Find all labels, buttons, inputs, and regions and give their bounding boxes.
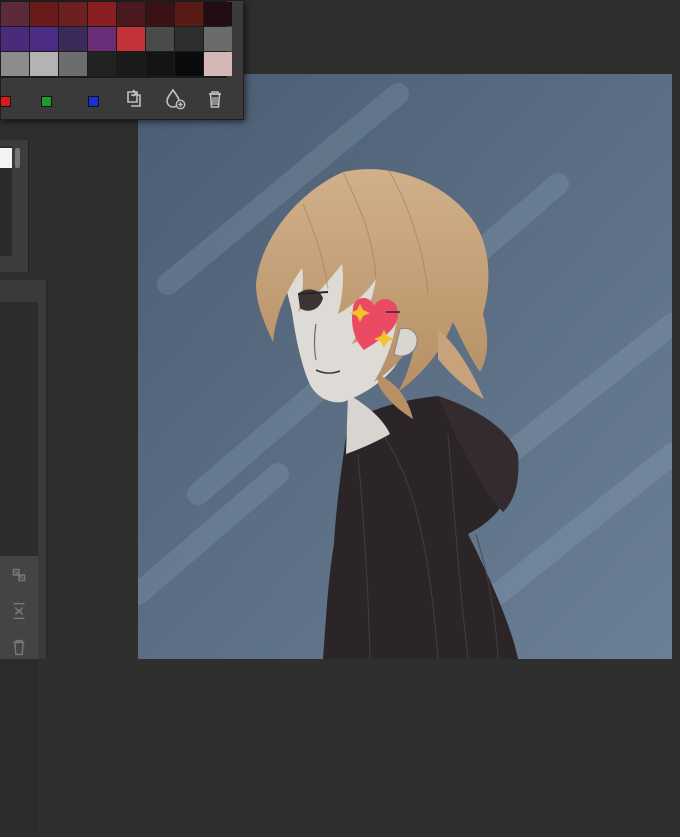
fill-color-add-icon[interactable] (163, 87, 187, 111)
palette-swatch[interactable] (59, 2, 87, 26)
palette-swatch[interactable] (204, 2, 232, 26)
palette-swatch[interactable] (146, 2, 174, 26)
palette-swatch[interactable] (175, 2, 203, 26)
palette-swatch[interactable] (88, 2, 116, 26)
palette-swatch[interactable] (117, 52, 145, 76)
palette-swatch[interactable] (30, 2, 58, 26)
merge-down-icon[interactable] (8, 600, 30, 622)
artwork (138, 74, 672, 659)
palette-swatch[interactable] (1, 2, 29, 26)
left-dock-panel-b (0, 280, 47, 837)
mini-swatch-blue[interactable] (88, 96, 99, 107)
copy-icon[interactable] (121, 87, 145, 111)
palette-swatch[interactable] (30, 52, 58, 76)
mini-swatch-green[interactable] (41, 96, 52, 107)
swatch-grid (1, 1, 232, 78)
palette-swatch[interactable] (175, 52, 203, 76)
palette-swatch[interactable] (1, 52, 29, 76)
drawing-canvas[interactable] (138, 74, 672, 659)
trash-icon[interactable] (203, 87, 227, 111)
palette-swatch[interactable] (88, 52, 116, 76)
palette-toolbar (0, 79, 243, 117)
selected-color-swatch[interactable] (0, 148, 12, 168)
trash-icon[interactable] (8, 636, 30, 658)
palette-swatch[interactable] (59, 52, 87, 76)
mini-swatch-red[interactable] (0, 96, 11, 107)
palette-swatch[interactable] (117, 2, 145, 26)
layers-footer (0, 556, 38, 659)
palette-swatch[interactable] (146, 27, 174, 51)
palette-swatch[interactable] (204, 52, 232, 76)
resize-icon[interactable] (8, 564, 30, 586)
palette-swatch[interactable] (59, 27, 87, 51)
palette-swatch[interactable] (175, 27, 203, 51)
color-palette-panel (0, 0, 244, 120)
palette-swatch[interactable] (1, 27, 29, 51)
palette-swatch[interactable] (146, 52, 174, 76)
palette-swatch[interactable] (88, 27, 116, 51)
palette-swatch[interactable] (117, 27, 145, 51)
dock-a-scrollbar[interactable] (15, 148, 20, 168)
left-dock-panel-a (0, 140, 29, 272)
palette-swatch[interactable] (204, 27, 232, 51)
palette-swatch[interactable] (30, 27, 58, 51)
